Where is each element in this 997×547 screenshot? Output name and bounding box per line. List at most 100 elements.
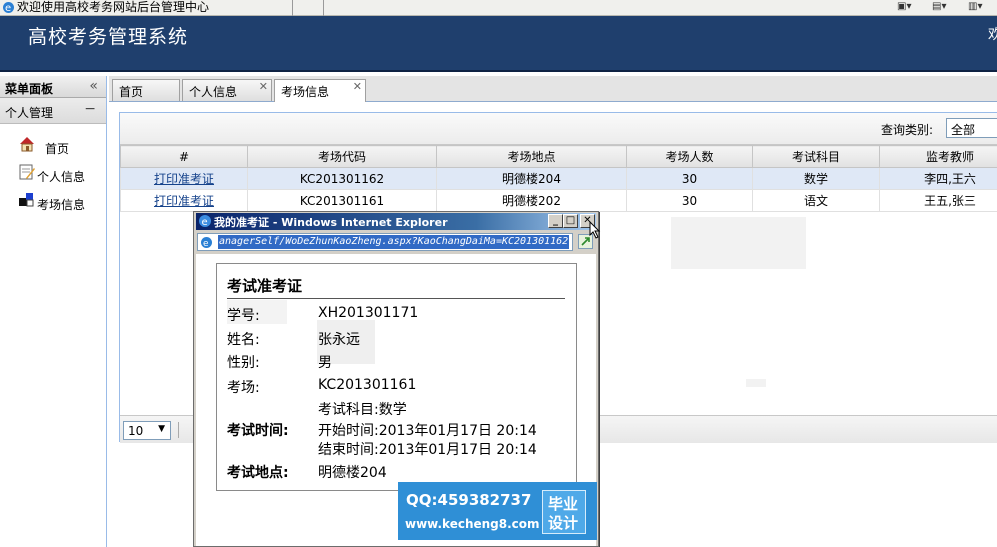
tab-label: 首页 (119, 85, 144, 99)
tab-label: 个人信息 (189, 85, 238, 99)
ad-site: www.kecheng8.com (405, 517, 540, 531)
end-time-line: 结束时间:2013年01月17日 20:14 (318, 442, 537, 458)
sidebar-item-home[interactable]: 首页 (18, 135, 98, 156)
ticket-title: 考试准考证 (227, 277, 303, 295)
location-cell: 明德楼202 (436, 189, 627, 212)
address-url: anagerSelf/WoDeZhunKaoZheng.aspx?KaoChan… (218, 235, 570, 249)
table-row[interactable]: 打印准考证 KC201301161 明德楼202 30 语文 王五,张三 (120, 189, 997, 212)
ad-badge: 毕业 设计 (542, 490, 586, 534)
tab-home[interactable]: 首页 (112, 79, 180, 101)
exam-place-value: 明德楼204 (318, 465, 387, 481)
exam-time-label: 考试时间: (227, 423, 289, 439)
teachers-cell: 李四,王六 (879, 167, 997, 190)
count-cell: 30 (626, 167, 753, 190)
page-icon: e (201, 237, 212, 249)
count-cell: 30 (626, 189, 753, 212)
svg-text:e: e (202, 217, 208, 228)
column-header[interactable]: 监考教师 (879, 145, 997, 168)
sidebar-item-label: 考场信息 (37, 198, 86, 212)
app-title: 高校考务管理系统 (28, 26, 189, 48)
close-icon[interactable]: ✕ (353, 80, 362, 93)
group-collapse-icon[interactable]: − (84, 101, 96, 117)
start-time-line: 开始时间:2013年01月17日 20:14 (318, 423, 537, 439)
student-id-value: XH201301171 (318, 305, 419, 321)
address-bar: e anagerSelf/WoDeZhunKaoZheng.aspx?KaoCh… (196, 232, 596, 252)
query-category-label: 查询类别: (881, 123, 934, 137)
exam-place-label: 考试地点: (227, 465, 289, 481)
exam-room-icon (19, 193, 34, 207)
name-value: 张永远 (318, 332, 360, 348)
column-header[interactable]: 考场地点 (436, 145, 627, 168)
sidebar-item-exam-room[interactable]: 考场信息 (18, 191, 103, 212)
home-icon (20, 137, 34, 152)
name-label: 姓名: (227, 332, 260, 348)
sidebar-item-profile[interactable]: 个人信息 (18, 163, 103, 184)
popup-title-bar[interactable]: e 我的准考证 - Windows Internet Explorer _ □ … (196, 213, 596, 230)
room-code-cell: KC201301161 (247, 189, 437, 212)
ad-badge-line: 毕业 (548, 495, 579, 513)
print-admission-ticket-link[interactable]: 打印准考证 (154, 172, 214, 186)
address-input[interactable]: e anagerSelf/WoDeZhunKaoZheng.aspx?KaoCh… (197, 233, 573, 251)
room-value: KC201301161 (318, 377, 417, 393)
toolbar-separator (178, 422, 179, 438)
ad-qq: QQ:459382737 (406, 491, 532, 509)
close-icon[interactable]: ✕ (259, 80, 268, 93)
admission-ticket-card: 考试准考证 学号: XH201301171 姓名: 张永远 性别: 男 考场: … (216, 263, 577, 491)
ie-logo-icon: e (199, 215, 211, 228)
student-id-label: 学号: (227, 308, 260, 324)
action-cell: 打印准考证 (120, 167, 248, 190)
maximize-icon[interactable]: □ (563, 214, 578, 228)
column-header[interactable]: 考试科目 (752, 145, 880, 168)
page-size-select[interactable]: 10 ▼ (123, 421, 171, 440)
background-shade (746, 379, 766, 387)
query-toolbar: 查询类别: 全部 (120, 113, 997, 145)
column-header[interactable]: 考场人数 (626, 145, 753, 168)
query-category-select[interactable]: 全部 (946, 118, 997, 138)
edit-profile-icon (19, 164, 35, 180)
menu-group-label: 个人管理 (5, 106, 54, 120)
tab-profile[interactable]: 个人信息 ✕ (182, 79, 272, 101)
column-header[interactable]: # (120, 145, 248, 168)
subject-cell: 语文 (752, 189, 880, 212)
browser-title-bar: e 欢迎使用高校考务网站后台管理中心 ▣▾ ▤▾ ▥▾ (0, 0, 997, 16)
gender-value: 男 (318, 355, 332, 371)
page-size-value: 10 (128, 424, 144, 438)
subject-cell: 数学 (752, 167, 880, 190)
tab-strip: 首页 个人信息 ✕ 考场信息 ✕ (109, 76, 997, 102)
menu-group-personal[interactable]: 个人管理 − (0, 98, 106, 124)
room-code-cell: KC201301162 (247, 167, 437, 190)
title-divider (227, 298, 565, 299)
query-category-value: 全部 (951, 123, 976, 137)
home-toolbar-icon[interactable]: ▣▾ (897, 1, 911, 14)
grid-header-row: # 考场代码 考场地点 考场人数 考试科目 监考教师 (120, 145, 997, 168)
browser-title: 欢迎使用高校考务网站后台管理中心 (17, 0, 210, 14)
room-label: 考场: (227, 380, 260, 396)
print-toolbar-icon[interactable]: ▥▾ (968, 1, 982, 14)
svg-text:e: e (5, 3, 11, 14)
minimize-icon[interactable]: _ (548, 214, 563, 228)
collapse-icon[interactable]: « (89, 78, 98, 94)
table-row[interactable]: 打印准考证 KC201301162 明德楼204 30 数学 李四,王六 (120, 167, 997, 190)
tab-label: 考场信息 (281, 85, 330, 99)
ad-badge-line: 设计 (548, 514, 579, 532)
svg-text:e: e (203, 239, 209, 249)
watermark-ad: QQ:459382737 www.kecheng8.com 毕业 设计 (398, 482, 597, 540)
app-header: 高校考务管理系统 欢 (0, 16, 997, 72)
ie-logo-icon: e (3, 2, 14, 14)
title-separator (292, 0, 293, 16)
sidebar-item-label: 首页 (45, 142, 70, 156)
column-header[interactable]: 考场代码 (247, 145, 437, 168)
print-admission-ticket-link[interactable]: 打印准考证 (154, 194, 214, 208)
menu-panel-header: 菜单面板 « (0, 76, 106, 98)
gender-label: 性别: (227, 355, 260, 371)
title-separator (323, 0, 324, 16)
background-shade (671, 217, 806, 269)
menu-panel: 菜单面板 « 个人管理 − 首页 个人信息 考场信息 (0, 76, 107, 547)
mouse-cursor-icon (589, 221, 601, 239)
chevron-down-icon: ▼ (158, 424, 165, 434)
action-cell: 打印准考证 (120, 189, 248, 212)
feeds-toolbar-icon[interactable]: ▤▾ (932, 1, 946, 14)
popup-title: 我的准考证 - Windows Internet Explorer (214, 216, 448, 229)
teachers-cell: 王五,张三 (879, 189, 997, 212)
tab-exam-room[interactable]: 考场信息 ✕ (274, 79, 366, 102)
